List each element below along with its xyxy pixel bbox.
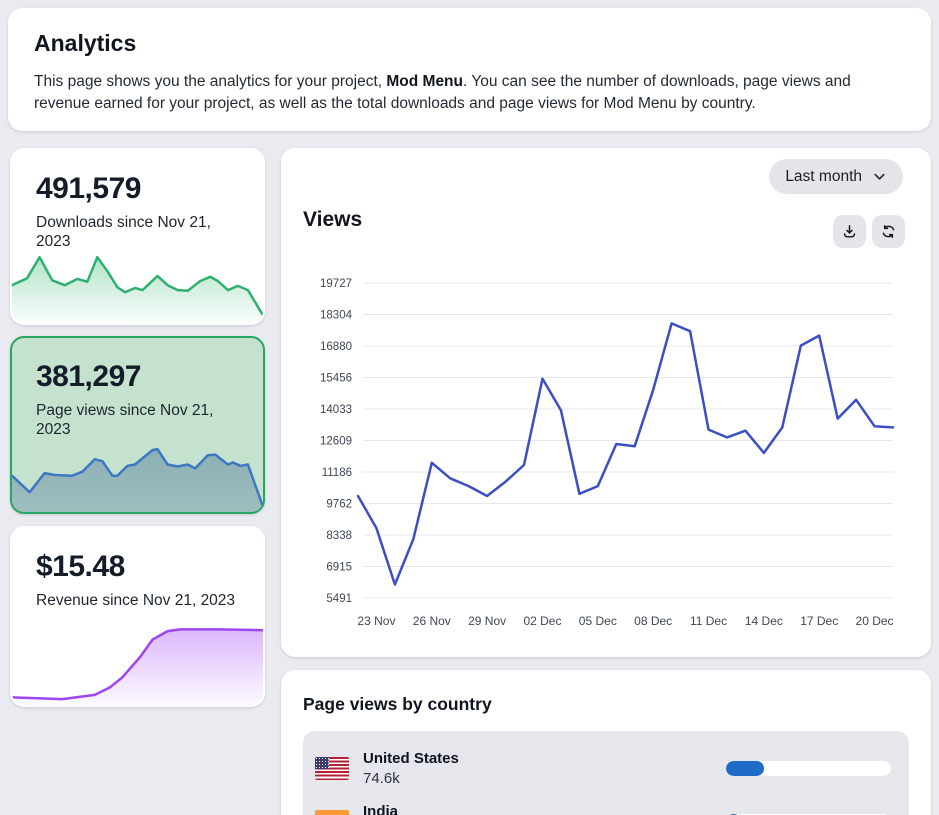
country-name: United States — [363, 750, 459, 767]
svg-text:14 Dec: 14 Dec — [745, 614, 783, 628]
views-chart-card: 19727 18304 16880 15456 14033 12609 11186 9762 8… — [281, 148, 931, 657]
svg-text:23 Nov: 23 Nov — [357, 614, 395, 628]
refresh-button[interactable] — [872, 215, 905, 248]
chevron-down-icon — [872, 169, 887, 184]
refresh-icon — [880, 223, 897, 240]
india-flag-icon — [315, 810, 349, 815]
pageviews-count: 381,297 — [36, 360, 239, 394]
svg-text:5491: 5491 — [326, 593, 352, 605]
project-name: Mod Menu — [386, 73, 463, 90]
svg-text:16880: 16880 — [320, 341, 352, 353]
country-pageviews-value: 74.6k — [363, 770, 459, 787]
download-button[interactable] — [833, 215, 866, 248]
svg-text:29 Nov: 29 Nov — [468, 614, 506, 628]
country-list: United States 74.6k India — [303, 731, 909, 815]
page-description: This page shows you the analytics for yo… — [34, 71, 905, 115]
page-title: Analytics — [34, 30, 905, 57]
svg-text:19727: 19727 — [320, 278, 352, 290]
revenue-sparkline — [12, 621, 263, 705]
svg-text:11 Dec: 11 Dec — [690, 614, 727, 628]
downloads-count: 491,579 — [36, 172, 239, 206]
stat-card-revenue[interactable]: $15.48 Revenue since Nov 21, 2023 — [10, 526, 265, 707]
date-range-label: Last month — [785, 168, 862, 186]
stat-card-pageviews-selected[interactable]: 381,297 Page views since Nov 21, 2023 — [10, 336, 265, 514]
date-range-dropdown[interactable]: Last month — [769, 159, 903, 194]
pageviews-by-country-card: Page views by country United States 74.6… — [281, 670, 931, 815]
us-flag-icon — [315, 757, 349, 780]
analytics-header-card: Analytics This page shows you the analyt… — [8, 8, 931, 131]
revenue-amount: $15.48 — [36, 550, 239, 584]
svg-text:02 Dec: 02 Dec — [523, 614, 561, 628]
chart-title: Views — [303, 208, 362, 232]
pageviews-label: Page views since Nov 21, 2023 — [36, 402, 236, 440]
downloads-sparkline — [12, 253, 263, 323]
svg-text:17 Dec: 17 Dec — [800, 614, 838, 628]
country-name: India — [363, 803, 398, 815]
country-row-india: India — [315, 795, 891, 815]
svg-text:08 Dec: 08 Dec — [634, 614, 672, 628]
stat-card-downloads[interactable]: 491,579 Downloads since Nov 21, 2023 — [10, 148, 265, 325]
svg-text:26 Nov: 26 Nov — [413, 614, 451, 628]
svg-text:20 Dec: 20 Dec — [856, 614, 894, 628]
country-row-united-states: United States 74.6k — [315, 742, 891, 795]
country-panel-title: Page views by country — [303, 694, 909, 715]
download-icon — [841, 223, 858, 240]
svg-text:11186: 11186 — [322, 467, 352, 479]
svg-text:18304: 18304 — [320, 309, 353, 321]
pageviews-sparkline — [12, 446, 263, 512]
country-progress-bar — [726, 761, 891, 776]
svg-text:15456: 15456 — [320, 373, 352, 385]
revenue-label: Revenue since Nov 21, 2023 — [36, 592, 236, 611]
svg-text:6915: 6915 — [326, 561, 352, 573]
svg-text:9762: 9762 — [326, 498, 352, 510]
svg-text:14033: 14033 — [320, 404, 352, 416]
downloads-label: Downloads since Nov 21, 2023 — [36, 214, 236, 252]
svg-text:8338: 8338 — [326, 530, 352, 542]
svg-text:12609: 12609 — [320, 436, 352, 448]
svg-text:05 Dec: 05 Dec — [579, 614, 617, 628]
